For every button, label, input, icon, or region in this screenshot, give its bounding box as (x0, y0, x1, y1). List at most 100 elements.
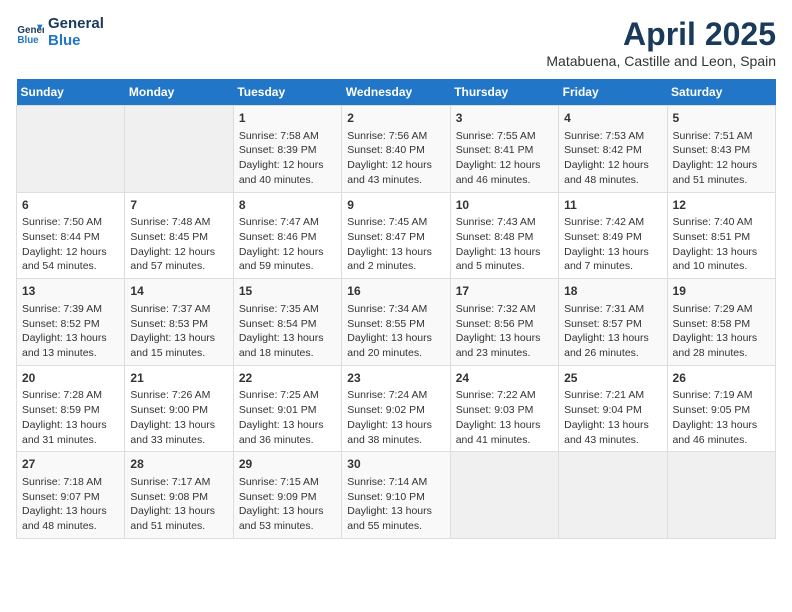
calendar-header-row: SundayMondayTuesdayWednesdayThursdayFrid… (17, 79, 776, 106)
day-number: 25 (564, 370, 661, 387)
calendar-cell: 9Sunrise: 7:45 AM Sunset: 8:47 PM Daylig… (342, 192, 450, 279)
day-info: Sunrise: 7:26 AM Sunset: 9:00 PM Dayligh… (130, 388, 227, 447)
title-area: April 2025 Matabuena, Castille and Leon,… (546, 16, 776, 69)
calendar-cell: 26Sunrise: 7:19 AM Sunset: 9:05 PM Dayli… (667, 365, 775, 452)
day-info: Sunrise: 7:21 AM Sunset: 9:04 PM Dayligh… (564, 388, 661, 447)
day-number: 17 (456, 283, 553, 300)
day-number: 2 (347, 110, 444, 127)
day-info: Sunrise: 7:45 AM Sunset: 8:47 PM Dayligh… (347, 215, 444, 274)
calendar-week-row: 13 Sunrise: 7:39 AM Sunset: 8:52 PM Dayli… (17, 279, 776, 366)
calendar-cell: 27Sunrise: 7:18 AM Sunset: 9:07 PM Dayli… (17, 452, 125, 539)
day-info: Sunrise: 7:25 AM Sunset: 9:01 PM Dayligh… (239, 388, 336, 447)
day-info: Sunrise: 7:48 AM Sunset: 8:45 PM Dayligh… (130, 215, 227, 274)
calendar-cell: 29Sunrise: 7:15 AM Sunset: 9:09 PM Dayli… (233, 452, 341, 539)
day-number: 14 (130, 283, 227, 300)
day-info: Sunrise: 7:58 AM Sunset: 8:39 PM Dayligh… (239, 129, 336, 188)
calendar-cell: 28Sunrise: 7:17 AM Sunset: 9:08 PM Dayli… (125, 452, 233, 539)
calendar-week-row: 6Sunrise: 7:50 AM Sunset: 8:44 PM Daylig… (17, 192, 776, 279)
day-number: 30 (347, 456, 444, 473)
day-number: 13 (22, 283, 119, 300)
day-number: 21 (130, 370, 227, 387)
day-number: 20 (22, 370, 119, 387)
calendar-cell: 7Sunrise: 7:48 AM Sunset: 8:45 PM Daylig… (125, 192, 233, 279)
day-info: Sunrise: 7:29 AM Sunset: 8:58 PM Dayligh… (673, 302, 770, 361)
day-number: 26 (673, 370, 770, 387)
day-info: Sunrise: 7:28 AM Sunset: 8:59 PM Dayligh… (22, 388, 119, 447)
calendar-cell (17, 106, 125, 193)
column-header-saturday: Saturday (667, 79, 775, 106)
day-number: 3 (456, 110, 553, 127)
calendar-cell: 24Sunrise: 7:22 AM Sunset: 9:03 PM Dayli… (450, 365, 558, 452)
day-info: Sunrise: 7:18 AM Sunset: 9:07 PM Dayligh… (22, 475, 119, 534)
day-info: Sunrise: 7:31 AM Sunset: 8:57 PM Dayligh… (564, 302, 661, 361)
column-header-tuesday: Tuesday (233, 79, 341, 106)
day-number: 4 (564, 110, 661, 127)
calendar-cell: 6Sunrise: 7:50 AM Sunset: 8:44 PM Daylig… (17, 192, 125, 279)
calendar-cell: 11Sunrise: 7:42 AM Sunset: 8:49 PM Dayli… (559, 192, 667, 279)
day-number: 16 (347, 283, 444, 300)
day-info: Sunrise: 7:34 AM Sunset: 8:55 PM Dayligh… (347, 302, 444, 361)
day-info: Sunrise: 7:40 AM Sunset: 8:51 PM Dayligh… (673, 215, 770, 274)
day-number: 24 (456, 370, 553, 387)
day-info: Sunrise: 7:37 AM Sunset: 8:53 PM Dayligh… (130, 302, 227, 361)
logo-blue: Blue (48, 33, 104, 50)
page-subtitle: Matabuena, Castille and Leon, Spain (546, 53, 776, 69)
day-number: 8 (239, 197, 336, 214)
calendar-cell: 25Sunrise: 7:21 AM Sunset: 9:04 PM Dayli… (559, 365, 667, 452)
calendar-cell: 22Sunrise: 7:25 AM Sunset: 9:01 PM Dayli… (233, 365, 341, 452)
logo: General Blue General Blue (16, 16, 104, 49)
day-number: 5 (673, 110, 770, 127)
day-number: 1 (239, 110, 336, 127)
day-info: Sunrise: 7:42 AM Sunset: 8:49 PM Dayligh… (564, 215, 661, 274)
calendar-cell: 5 Sunrise: 7:51 AM Sunset: 8:43 PM Daylig… (667, 106, 775, 193)
logo-general: General (48, 16, 104, 33)
logo-icon: General Blue (16, 19, 44, 47)
column-header-thursday: Thursday (450, 79, 558, 106)
calendar-cell: 17 Sunrise: 7:32 AM Sunset: 8:56 PM Dayli… (450, 279, 558, 366)
calendar-cell: 23Sunrise: 7:24 AM Sunset: 9:02 PM Dayli… (342, 365, 450, 452)
calendar-cell: 18 Sunrise: 7:31 AM Sunset: 8:57 PM Dayli… (559, 279, 667, 366)
day-info: Sunrise: 7:53 AM Sunset: 8:42 PM Dayligh… (564, 129, 661, 188)
day-number: 10 (456, 197, 553, 214)
calendar-cell: 20Sunrise: 7:28 AM Sunset: 8:59 PM Dayli… (17, 365, 125, 452)
day-number: 19 (673, 283, 770, 300)
svg-text:Blue: Blue (17, 34, 39, 45)
day-number: 7 (130, 197, 227, 214)
calendar-cell: 21Sunrise: 7:26 AM Sunset: 9:00 PM Dayli… (125, 365, 233, 452)
day-info: Sunrise: 7:55 AM Sunset: 8:41 PM Dayligh… (456, 129, 553, 188)
day-info: Sunrise: 7:39 AM Sunset: 8:52 PM Dayligh… (22, 302, 119, 361)
day-number: 23 (347, 370, 444, 387)
day-info: Sunrise: 7:14 AM Sunset: 9:10 PM Dayligh… (347, 475, 444, 534)
day-number: 18 (564, 283, 661, 300)
calendar-cell: 12Sunrise: 7:40 AM Sunset: 8:51 PM Dayli… (667, 192, 775, 279)
day-info: Sunrise: 7:32 AM Sunset: 8:56 PM Dayligh… (456, 302, 553, 361)
page-title: April 2025 (546, 16, 776, 53)
calendar-cell (559, 452, 667, 539)
column-header-wednesday: Wednesday (342, 79, 450, 106)
calendar-cell: 1 Sunrise: 7:58 AM Sunset: 8:39 PM Daylig… (233, 106, 341, 193)
day-info: Sunrise: 7:51 AM Sunset: 8:43 PM Dayligh… (673, 129, 770, 188)
day-number: 11 (564, 197, 661, 214)
day-number: 15 (239, 283, 336, 300)
column-header-friday: Friday (559, 79, 667, 106)
calendar-cell: 4 Sunrise: 7:53 AM Sunset: 8:42 PM Daylig… (559, 106, 667, 193)
day-info: Sunrise: 7:19 AM Sunset: 9:05 PM Dayligh… (673, 388, 770, 447)
calendar-cell: 8Sunrise: 7:47 AM Sunset: 8:46 PM Daylig… (233, 192, 341, 279)
calendar-cell (125, 106, 233, 193)
calendar-cell: 3 Sunrise: 7:55 AM Sunset: 8:41 PM Daylig… (450, 106, 558, 193)
day-number: 29 (239, 456, 336, 473)
header: General Blue General Blue April 2025 Mat… (16, 16, 776, 69)
column-header-sunday: Sunday (17, 79, 125, 106)
calendar-week-row: 1 Sunrise: 7:58 AM Sunset: 8:39 PM Daylig… (17, 106, 776, 193)
day-number: 6 (22, 197, 119, 214)
calendar-cell: 13 Sunrise: 7:39 AM Sunset: 8:52 PM Dayli… (17, 279, 125, 366)
column-header-monday: Monday (125, 79, 233, 106)
day-number: 12 (673, 197, 770, 214)
day-info: Sunrise: 7:50 AM Sunset: 8:44 PM Dayligh… (22, 215, 119, 274)
calendar-cell (667, 452, 775, 539)
day-info: Sunrise: 7:47 AM Sunset: 8:46 PM Dayligh… (239, 215, 336, 274)
day-number: 9 (347, 197, 444, 214)
calendar-cell: 16 Sunrise: 7:34 AM Sunset: 8:55 PM Dayli… (342, 279, 450, 366)
day-info: Sunrise: 7:22 AM Sunset: 9:03 PM Dayligh… (456, 388, 553, 447)
day-info: Sunrise: 7:24 AM Sunset: 9:02 PM Dayligh… (347, 388, 444, 447)
